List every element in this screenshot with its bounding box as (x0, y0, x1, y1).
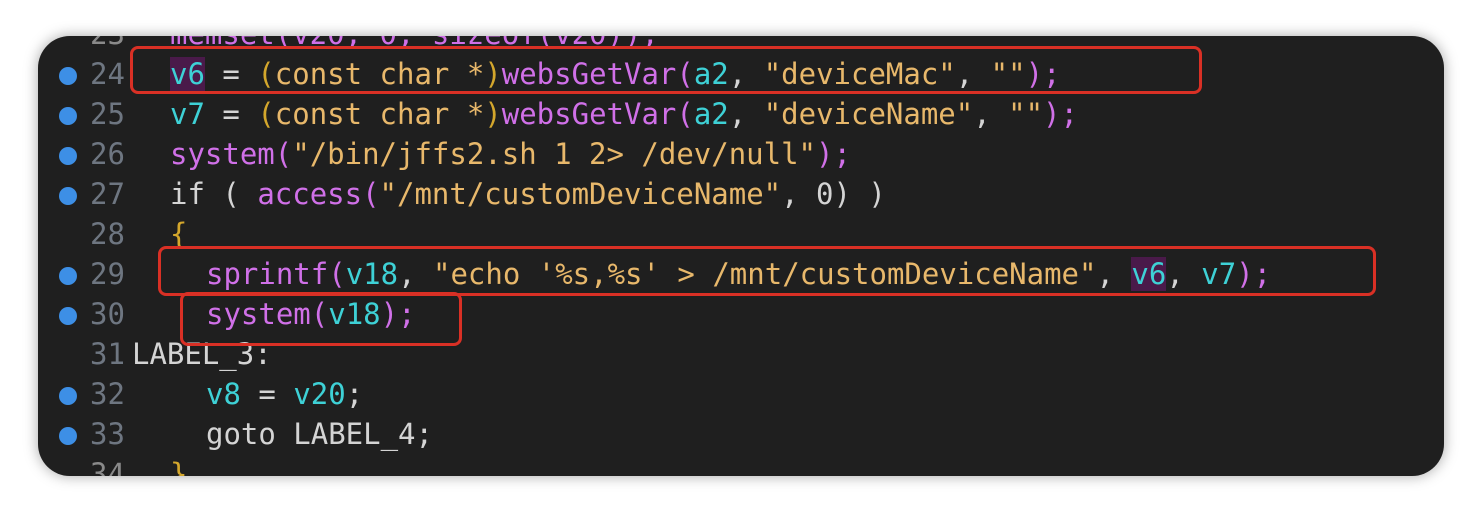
breakpoint-icon[interactable] (59, 187, 77, 205)
highlight-box-line-29 (158, 246, 1376, 296)
code-line-33[interactable]: 33 goto LABEL_4; (38, 414, 1444, 454)
line-number: 30 (90, 297, 125, 331)
line-number: 33 (90, 417, 125, 451)
line-number: 27 (90, 177, 125, 211)
line-number: 32 (90, 377, 125, 411)
line-number: 28 (90, 217, 125, 251)
breakpoint-icon[interactable] (59, 147, 77, 165)
line-number: 23 (90, 36, 132, 50)
line-number: 24 (90, 57, 125, 91)
code-line-25[interactable]: 25 v7 = (const char *)websGetVar(a2, "de… (38, 94, 1444, 134)
line-number: 29 (90, 257, 125, 291)
breakpoint-icon[interactable] (59, 67, 77, 85)
line-number: 34 (90, 457, 125, 476)
pseudocode-view: 23 memset(v20, 0, sizeof(v20)); 24 v6 = … (38, 36, 1444, 476)
code-line-26[interactable]: 26 system("/bin/jffs2.sh 1 2> /dev/null"… (38, 134, 1444, 174)
breakpoint-icon[interactable] (59, 387, 77, 405)
code-line-34: 34 } (38, 454, 1444, 476)
highlight-box-line-30 (180, 292, 462, 346)
line-number: 31 (90, 337, 125, 371)
highlight-box-line-24 (130, 46, 1202, 94)
breakpoint-icon[interactable] (59, 267, 77, 285)
breakpoint-icon[interactable] (59, 107, 77, 125)
code-line-27[interactable]: 27 if ( access("/mnt/customDeviceName", … (38, 174, 1444, 214)
breakpoint-icon[interactable] (59, 427, 77, 445)
breakpoint-icon[interactable] (59, 307, 77, 325)
line-number: 26 (90, 137, 125, 171)
code-line-32[interactable]: 32 v8 = v20; (38, 374, 1444, 414)
code-editor-frame: 23 memset(v20, 0, sizeof(v20)); 24 v6 = … (38, 36, 1444, 476)
line-number: 25 (90, 97, 125, 131)
